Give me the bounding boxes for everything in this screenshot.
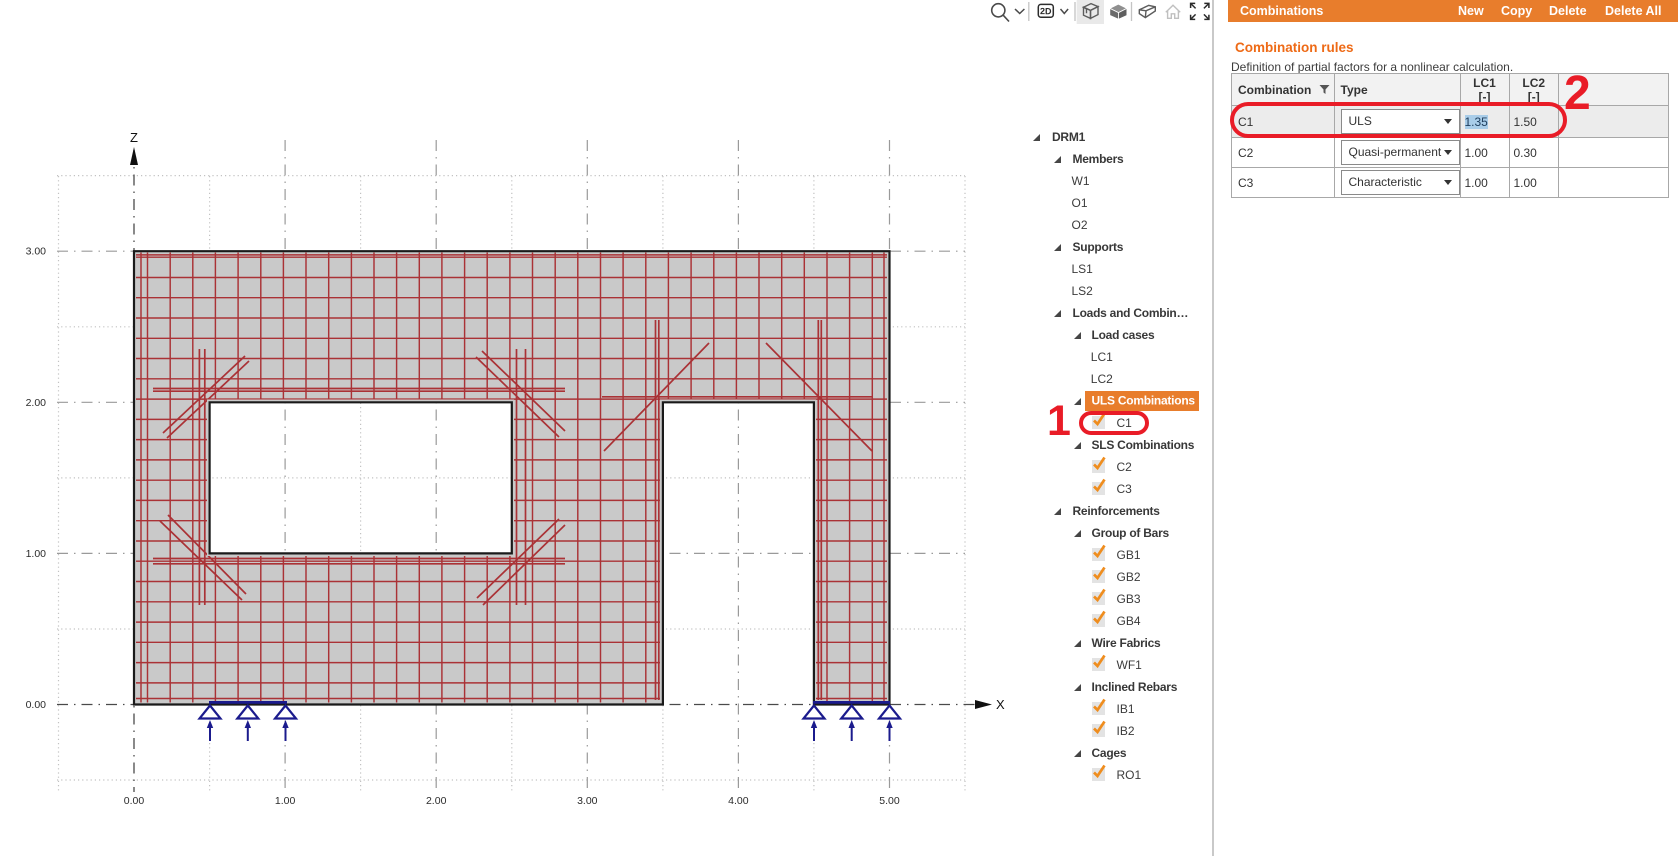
svg-text:4.00: 4.00 (728, 795, 749, 807)
svg-text:0.00: 0.00 (26, 699, 47, 711)
svg-text:1.00: 1.00 (275, 795, 296, 807)
svg-text:3.00: 3.00 (577, 795, 598, 807)
svg-text:3.00: 3.00 (26, 246, 47, 258)
svg-text:0.00: 0.00 (124, 795, 145, 807)
svg-text:2.00: 2.00 (26, 397, 47, 409)
svg-text:2.00: 2.00 (426, 795, 447, 807)
svg-text:Z: Z (130, 130, 138, 145)
svg-text:X: X (996, 697, 1005, 712)
svg-text:2D: 2D (1040, 6, 1052, 16)
svg-text:1.00: 1.00 (26, 548, 47, 560)
svg-text:5.00: 5.00 (879, 795, 900, 807)
